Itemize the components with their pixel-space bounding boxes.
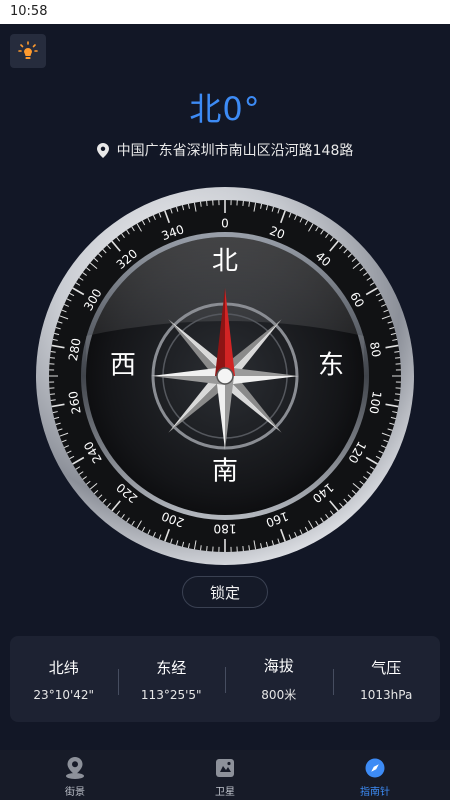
flashlight-button[interactable] xyxy=(10,34,46,68)
heading-readout: 北0° xyxy=(189,90,261,128)
scale-tick xyxy=(242,200,244,206)
scale-label: 80 xyxy=(367,341,383,358)
compass-icon xyxy=(364,756,386,780)
tab-compass-label: 指南针 xyxy=(360,787,390,798)
bottom-nav: 街景 卫星 指南针 xyxy=(0,750,450,800)
longitude-value: 113°25'5" xyxy=(140,687,202,702)
info-pressure: 气压 1013hPa xyxy=(332,657,441,702)
location-info-panel: 北纬 23°10'42" 东经 113°25'5" 海拔 800米 气压 101… xyxy=(10,636,440,722)
location-address: 中国广东省深圳市南山区沿河路148路 xyxy=(116,143,354,159)
altitude-label: 海拔 xyxy=(263,657,294,675)
info-longitude: 东经 113°25'5" xyxy=(117,657,226,702)
scale-tick xyxy=(395,393,401,395)
direction-east: 东 xyxy=(318,351,344,381)
lock-button[interactable]: 锁定 xyxy=(182,576,268,608)
lightbulb-icon xyxy=(18,41,38,59)
scale-tick xyxy=(248,545,250,551)
tab-compass[interactable]: 指南针 xyxy=(300,750,450,800)
location-row: 中国广东省深圳市南山区沿河路148路 xyxy=(0,140,450,160)
location-pin-icon xyxy=(96,142,109,158)
scale-tick xyxy=(50,351,56,353)
direction-north: 北 xyxy=(212,247,238,277)
scale-tick xyxy=(50,399,56,401)
scale-label: 180 xyxy=(214,522,237,536)
scale-label: 0 xyxy=(221,217,229,231)
scale-tick xyxy=(248,201,250,207)
tab-satellite[interactable]: 卫星 xyxy=(150,750,300,800)
scale-tick xyxy=(49,393,55,395)
tab-street-view-label: 街景 xyxy=(65,787,85,798)
direction-south: 南 xyxy=(212,457,238,487)
longitude-label: 东经 xyxy=(156,658,187,677)
altitude-value: 800米 xyxy=(261,688,297,702)
scale-tick xyxy=(394,351,400,353)
info-altitude: 海拔 800米 xyxy=(225,655,333,703)
scale-tick xyxy=(242,546,244,552)
info-latitude: 北纬 23°10'42" xyxy=(10,657,118,702)
scale-tick xyxy=(206,200,208,206)
rose-hub xyxy=(216,367,234,385)
scale-tick xyxy=(200,545,202,551)
status-bar: 10:58 xyxy=(0,0,450,24)
compass-dial: 0204060801001201401601802002202402602803… xyxy=(36,187,414,565)
tab-street-view[interactable]: 街景 xyxy=(0,750,150,800)
pressure-value: 1013hPa xyxy=(360,687,413,702)
scale-tick xyxy=(394,399,400,401)
latitude-label: 北纬 xyxy=(48,658,79,677)
map-pin-icon xyxy=(64,756,86,780)
latitude-value: 23°10'42" xyxy=(33,687,95,702)
scale-tick xyxy=(200,201,202,207)
scale-tick xyxy=(395,357,401,359)
satellite-map-icon xyxy=(214,756,236,780)
scale-tick xyxy=(206,546,208,552)
status-time: 10:58 xyxy=(10,4,48,19)
tab-satellite-label: 卫星 xyxy=(215,787,235,798)
direction-west: 西 xyxy=(110,351,136,381)
pressure-label: 气压 xyxy=(371,658,402,677)
scale-tick xyxy=(49,357,55,359)
